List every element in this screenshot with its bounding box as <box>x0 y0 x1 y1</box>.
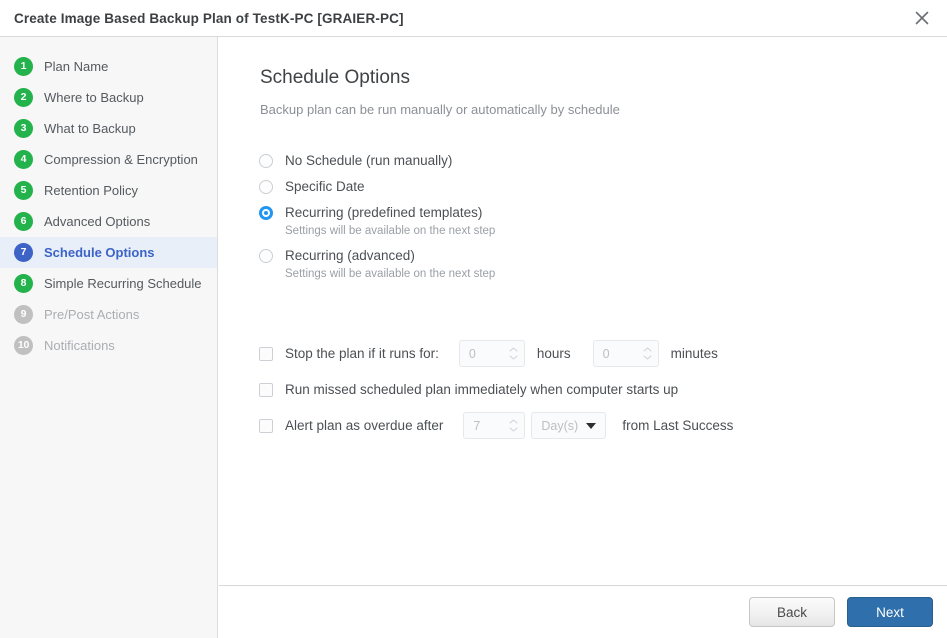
plan-settings-section: Stop the plan if it runs for: 0 hours 0 <box>259 340 919 448</box>
radio-option-label: Recurring (advanced) <box>285 247 495 265</box>
stop-plan-checkbox[interactable] <box>259 347 273 361</box>
sidebar-item-label: Where to Backup <box>44 89 144 106</box>
sidebar-item-plan-name[interactable]: 1 Plan Name <box>0 51 217 82</box>
radio-indicator-selected[interactable] <box>259 206 273 220</box>
step-badge: 2 <box>14 88 33 107</box>
step-badge: 8 <box>14 274 33 293</box>
stop-plan-hours-unit: hours <box>537 346 571 361</box>
stop-plan-minutes-value: 0 <box>594 347 610 361</box>
sidebar-item-label: Advanced Options <box>44 213 150 230</box>
alert-overdue-amount-value: 7 <box>464 419 480 433</box>
footer-bar: Back Next <box>219 586 947 638</box>
step-badge: 4 <box>14 150 33 169</box>
step-badge: 6 <box>14 212 33 231</box>
radio-option-hint: Settings will be available on the next s… <box>285 223 495 239</box>
chevron-down-icon <box>509 355 518 360</box>
alert-overdue-label: Alert plan as overdue after <box>285 418 443 433</box>
sidebar-item-label: Retention Policy <box>44 182 138 199</box>
wizard-steps-sidebar: 1 Plan Name 2 Where to Backup 3 What to … <box>0 37 218 638</box>
radio-option-label: Specific Date <box>285 178 365 196</box>
alert-overdue-suffix: from Last Success <box>622 418 733 433</box>
alert-overdue-checkbox[interactable] <box>259 419 273 433</box>
run-missed-label: Run missed scheduled plan immediately wh… <box>285 382 678 397</box>
step-badge: 1 <box>14 57 33 76</box>
back-button[interactable]: Back <box>749 597 835 627</box>
radio-option-hint: Settings will be available on the next s… <box>285 266 495 282</box>
close-icon[interactable] <box>905 3 939 33</box>
alert-overdue-period-value: Day(s) <box>532 419 578 433</box>
run-missed-checkbox[interactable] <box>259 383 273 397</box>
radio-option-no-schedule[interactable]: No Schedule (run manually) <box>259 152 859 170</box>
sidebar-item-notifications: 10 Notifications <box>0 330 217 361</box>
step-badge: 3 <box>14 119 33 138</box>
radio-option-specific-date[interactable]: Specific Date <box>259 178 859 196</box>
radio-option-recurring-advanced[interactable]: Recurring (advanced) Settings will be av… <box>259 247 859 282</box>
chevron-down-icon <box>586 422 596 429</box>
alert-overdue-row: Alert plan as overdue after 7 Day(s) fro… <box>259 412 919 439</box>
sidebar-item-retention-policy[interactable]: 5 Retention Policy <box>0 175 217 206</box>
chevron-down-icon <box>509 427 518 432</box>
stepper-arrows[interactable] <box>509 341 518 366</box>
sidebar-item-schedule-options[interactable]: 7 Schedule Options <box>0 237 217 268</box>
chevron-up-icon <box>509 347 518 352</box>
stop-plan-minutes-stepper[interactable]: 0 <box>593 340 659 367</box>
chevron-up-icon <box>509 419 518 424</box>
sidebar-item-compression-encryption[interactable]: 4 Compression & Encryption <box>0 144 217 175</box>
chevron-up-icon <box>643 347 652 352</box>
schedule-options-radio-group: No Schedule (run manually) Specific Date… <box>259 152 859 290</box>
sidebar-item-what-to-backup[interactable]: 3 What to Backup <box>0 113 217 144</box>
sidebar-item-label: Notifications <box>44 337 115 354</box>
radio-option-label: Recurring (predefined templates) <box>285 204 495 222</box>
radio-option-label: No Schedule (run manually) <box>285 152 452 170</box>
sidebar-item-label: Compression & Encryption <box>44 151 198 168</box>
main-content: Schedule Options Backup plan can be run … <box>219 37 947 638</box>
chevron-down-icon <box>643 355 652 360</box>
sidebar-item-label: What to Backup <box>44 120 136 137</box>
window-title: Create Image Based Backup Plan of TestK-… <box>14 11 404 26</box>
step-badge: 9 <box>14 305 33 324</box>
stop-plan-hours-value: 0 <box>460 347 476 361</box>
stop-plan-minutes-unit: minutes <box>671 346 718 361</box>
stop-plan-hours-stepper[interactable]: 0 <box>459 340 525 367</box>
alert-overdue-period-dropdown[interactable]: Day(s) <box>531 412 606 439</box>
radio-option-recurring-predefined[interactable]: Recurring (predefined templates) Setting… <box>259 204 859 239</box>
sidebar-item-simple-recurring-schedule[interactable]: 8 Simple Recurring Schedule <box>0 268 217 299</box>
alert-overdue-amount-stepper[interactable]: 7 <box>463 412 525 439</box>
page-subtitle: Backup plan can be run manually or autom… <box>260 102 620 117</box>
step-badge: 5 <box>14 181 33 200</box>
step-badge: 7 <box>14 243 33 262</box>
title-bar: Create Image Based Backup Plan of TestK-… <box>0 0 947 37</box>
radio-indicator[interactable] <box>259 249 273 263</box>
sidebar-item-where-to-backup[interactable]: 2 Where to Backup <box>0 82 217 113</box>
run-missed-row: Run missed scheduled plan immediately wh… <box>259 376 919 403</box>
sidebar-item-label: Schedule Options <box>44 244 155 261</box>
dialog-window: Create Image Based Backup Plan of TestK-… <box>0 0 947 638</box>
page-title: Schedule Options <box>260 67 410 89</box>
stepper-arrows[interactable] <box>643 341 652 366</box>
sidebar-item-advanced-options[interactable]: 6 Advanced Options <box>0 206 217 237</box>
sidebar-item-label: Simple Recurring Schedule <box>44 275 202 292</box>
radio-indicator[interactable] <box>259 154 273 168</box>
step-badge: 10 <box>14 336 33 355</box>
sidebar-item-label: Pre/Post Actions <box>44 306 139 323</box>
next-button[interactable]: Next <box>847 597 933 627</box>
sidebar-item-label: Plan Name <box>44 58 108 75</box>
stop-plan-row: Stop the plan if it runs for: 0 hours 0 <box>259 340 919 367</box>
stepper-arrows[interactable] <box>509 413 518 438</box>
radio-indicator[interactable] <box>259 180 273 194</box>
stop-plan-label: Stop the plan if it runs for: <box>285 346 439 361</box>
sidebar-item-pre-post-actions: 9 Pre/Post Actions <box>0 299 217 330</box>
